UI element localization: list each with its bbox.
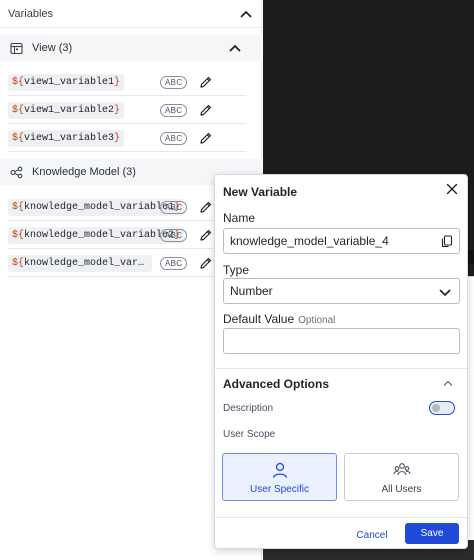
pencil-icon[interactable]: [199, 103, 213, 117]
users-group-icon: [393, 461, 411, 479]
default-value-input[interactable]: [223, 328, 460, 354]
advanced-options-title[interactable]: Advanced Options: [223, 377, 329, 391]
variables-title: Variables: [8, 7, 54, 20]
variables-header[interactable]: Variables: [0, 0, 261, 28]
variable-chip[interactable]: ${knowledge_model_variable...: [8, 254, 152, 272]
type-label: Type: [223, 263, 250, 277]
type-badge: ABC: [160, 104, 188, 117]
scope-all-users[interactable]: All Users: [344, 453, 459, 501]
variable-row[interactable]: ${view1_variable2} ABC: [8, 97, 246, 124]
variable-chip[interactable]: ${view1_variable3}: [8, 129, 125, 147]
cancel-button[interactable]: Cancel: [351, 526, 393, 544]
type-select[interactable]: Number: [223, 278, 460, 304]
scope-label: All Users: [381, 484, 422, 495]
variable-chip[interactable]: ${view1_variable2}: [8, 101, 125, 119]
pencil-icon[interactable]: [199, 75, 213, 89]
pencil-icon[interactable]: [199, 200, 213, 214]
calendar-grid-icon: [10, 41, 24, 55]
new-variable-dialog: New Variable Name knowledge_model_variab…: [214, 174, 468, 549]
type-badge: ABC: [160, 257, 188, 270]
variable-row[interactable]: ${knowledge_model_variable... ABC: [8, 250, 246, 277]
close-icon[interactable]: [445, 182, 459, 196]
type-select-value: Number: [230, 284, 273, 298]
type-badge: ABC: [160, 229, 188, 242]
toggle-knob: [432, 404, 440, 412]
section-label: View (3): [32, 42, 73, 54]
default-value-label: Default Value Optional: [223, 312, 336, 326]
type-badge: ABC: [160, 76, 188, 89]
variable-chip[interactable]: ${knowledge_model_variable1}: [8, 198, 185, 216]
scope-label: User Specific: [250, 484, 309, 495]
pencil-icon[interactable]: [199, 256, 213, 270]
chevron-up-icon[interactable]: [239, 7, 253, 21]
name-label: Name: [223, 211, 256, 225]
copy-icon[interactable]: [441, 235, 453, 248]
variable-row[interactable]: ${view1_variable1} ABC: [8, 69, 246, 96]
share-nodes-icon: [10, 165, 24, 179]
user-scope-label: User Scope: [223, 429, 276, 440]
chevron-up-icon[interactable]: [228, 41, 242, 55]
section-view[interactable]: View (3): [0, 35, 262, 61]
pencil-icon[interactable]: [199, 228, 213, 242]
variable-chip[interactable]: ${knowledge_model_variable2}: [8, 226, 185, 244]
name-input[interactable]: knowledge_model_variable_4: [223, 228, 460, 254]
description-toggle[interactable]: [429, 401, 455, 415]
chevron-up-icon[interactable]: [443, 379, 453, 389]
user-icon: [271, 461, 289, 479]
description-label: Description: [223, 403, 274, 414]
scope-user-specific[interactable]: User Specific: [222, 453, 337, 501]
name-input-value: knowledge_model_variable_4: [230, 234, 389, 248]
type-badge: ABC: [160, 201, 188, 214]
variable-chip[interactable]: ${view1_variable1}: [8, 73, 125, 91]
variable-row[interactable]: ${view1_variable3} ABC: [8, 125, 246, 152]
type-badge: ABC: [160, 132, 188, 145]
chevron-down-icon: [439, 287, 451, 297]
variable-row[interactable]: ${knowledge_model_variable1} ABC: [8, 194, 246, 221]
divider: [215, 517, 467, 518]
dialog-title: New Variable: [223, 185, 298, 199]
divider: [215, 368, 467, 369]
variable-row[interactable]: ${knowledge_model_variable2} ABC: [8, 222, 246, 249]
save-button[interactable]: Save: [405, 523, 459, 544]
optional-hint: Optional: [298, 315, 336, 326]
pencil-icon[interactable]: [199, 131, 213, 145]
